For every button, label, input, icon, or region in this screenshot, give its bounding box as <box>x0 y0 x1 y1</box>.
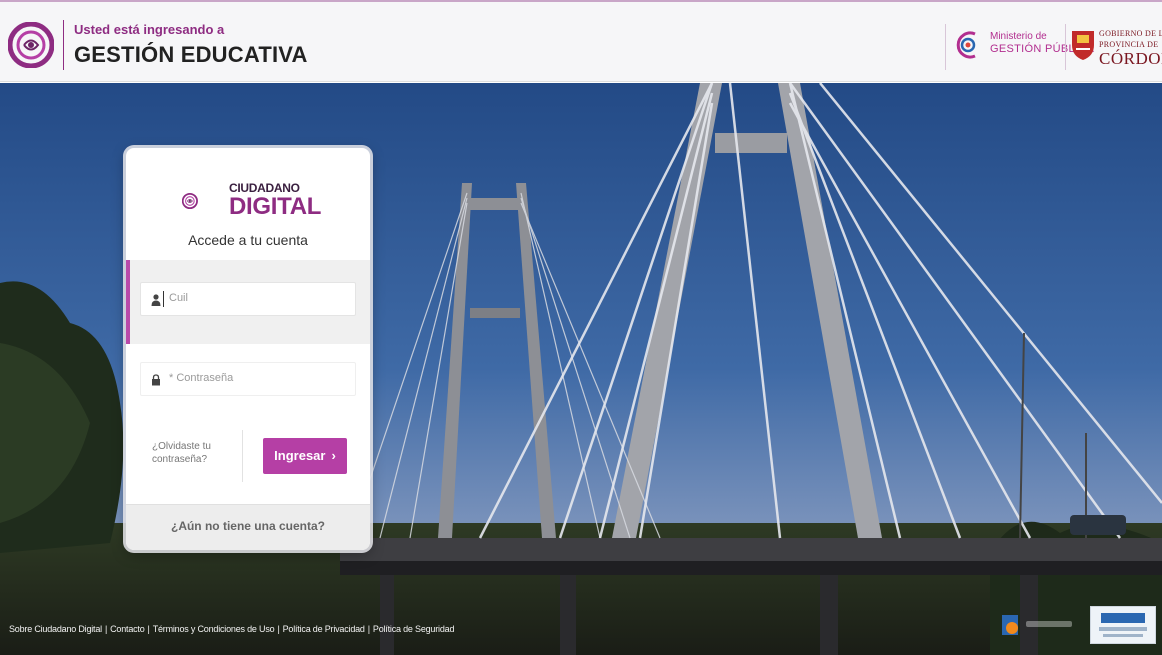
header-separator-2 <box>1065 24 1066 70</box>
ciudadano-digital-logo-icon <box>8 22 54 68</box>
ingresar-button[interactable]: Ingresar › <box>263 438 347 474</box>
chevron-right-icon: › <box>331 448 336 463</box>
certification-badge-icon <box>1099 613 1147 637</box>
ministerio-logo-icon <box>956 31 976 59</box>
footer-separator: | <box>277 624 280 634</box>
gobierno-line1: GOBIERNO DE LA <box>1099 29 1162 38</box>
forgot-line2: contraseña? <box>152 454 208 465</box>
footer-link-contacto[interactable]: Contacto <box>110 624 145 634</box>
brand-big-text: DIGITAL <box>229 193 322 220</box>
footer-separator: | <box>367 624 370 634</box>
footer-separator: | <box>104 624 108 634</box>
login-subtitle: Accede a tu cuenta <box>188 232 308 248</box>
header-divider <box>63 20 64 70</box>
text-cursor <box>163 291 164 307</box>
footer-link-privacidad[interactable]: Política de Privacidad <box>283 624 365 634</box>
login-card: CIUDADANO DIGITAL Accede a tu cuenta Cui… <box>126 148 370 550</box>
password-placeholder: * Contraseña <box>169 372 234 384</box>
forgot-line1: ¿Olvidaste tu <box>152 441 211 452</box>
no-account-link[interactable]: ¿Aún no tiene una cuenta? <box>126 519 370 533</box>
gobierno-logo: GOBIERNO DE LA PROVINCIA DE CÓRDOBA <box>1099 28 1162 68</box>
signup-footer[interactable]: ¿Aún no tiene una cuenta? <box>126 504 370 550</box>
header-subtitle: Usted está ingresando a <box>74 22 225 37</box>
footer-link-sobre[interactable]: Sobre Ciudadano Digital <box>9 624 102 634</box>
footer-link-terminos[interactable]: Términos y Condiciones de Uso <box>153 624 275 634</box>
page-title: GESTIÓN EDUCATIVA <box>74 42 308 67</box>
footer-separator: | <box>147 624 150 634</box>
user-icon <box>151 294 161 306</box>
header-separator <box>945 24 946 70</box>
ciudadano-digital-brand-icon <box>182 192 198 210</box>
partner-logo-icon <box>1002 615 1072 635</box>
gobierno-line3: CÓRDOBA <box>1099 49 1162 68</box>
ingresar-label: Ingresar <box>274 448 326 463</box>
password-input[interactable]: * Contraseña <box>140 362 356 396</box>
top-header: Usted está ingresando a GESTIÓN EDUCATIV… <box>0 0 1162 82</box>
footer-link-seguridad[interactable]: Política de Seguridad <box>373 624 455 634</box>
lock-icon <box>152 374 160 386</box>
footer-links: Sobre Ciudadano Digital | Contacto | Término… <box>9 624 454 634</box>
forgot-password-link[interactable]: ¿Olvidaste tu contraseña? <box>152 440 224 466</box>
certification-badge <box>1090 606 1156 644</box>
cuil-placeholder: Cuil <box>169 292 188 304</box>
action-separator <box>242 430 243 482</box>
cuil-input[interactable]: Cuil <box>140 282 356 316</box>
gobierno-shield-icon <box>1072 31 1094 60</box>
